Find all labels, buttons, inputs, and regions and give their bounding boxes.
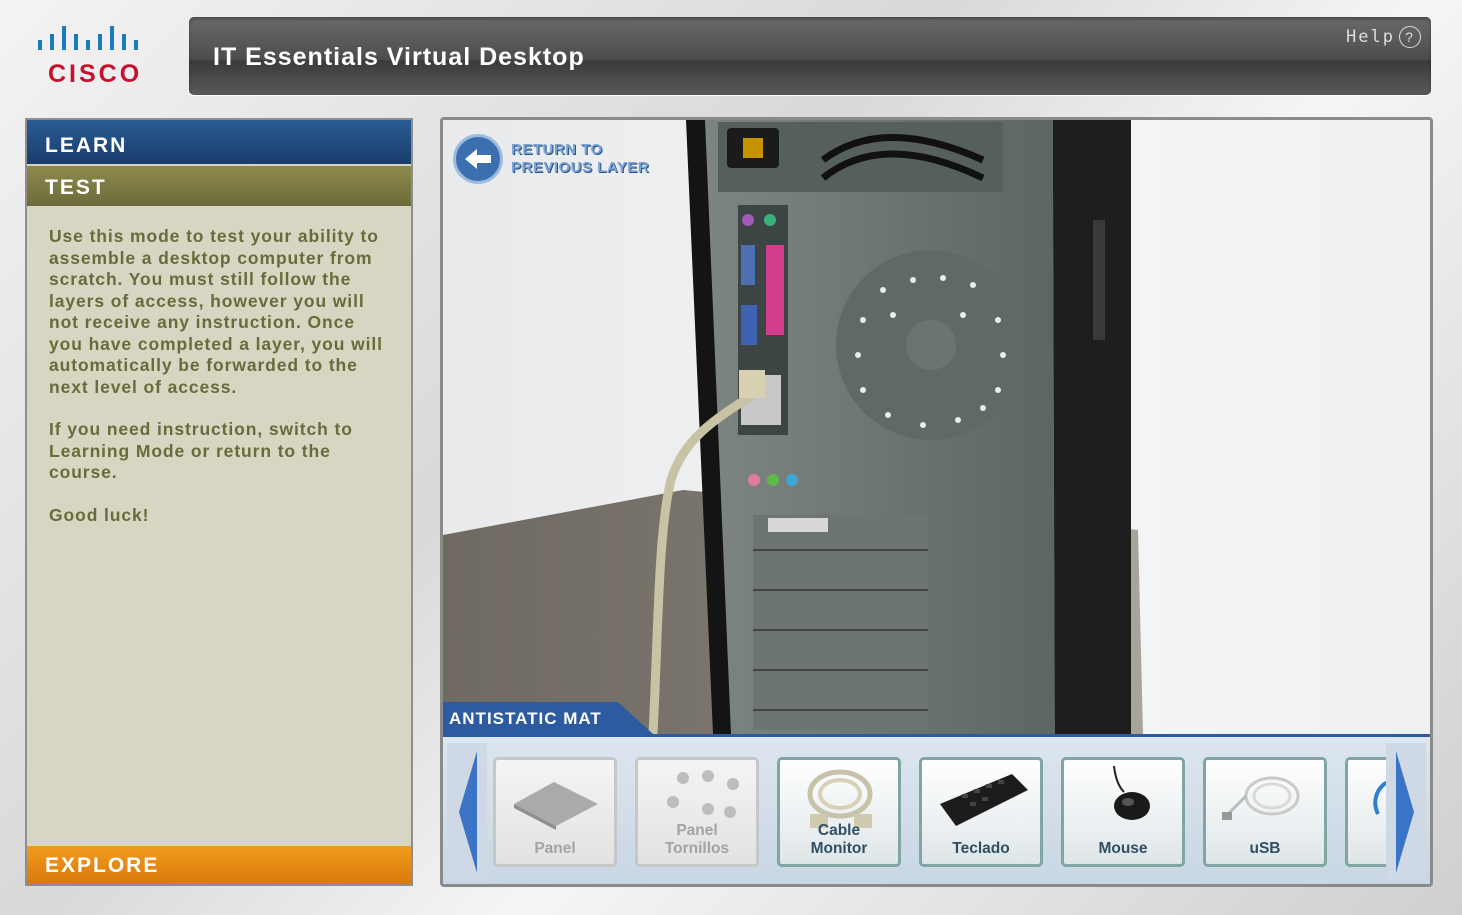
chevron-left-icon (459, 751, 477, 873)
tray-item-label-line1: Cable (817, 822, 861, 839)
tray-item-label-line2: Et (1348, 840, 1391, 858)
help-button[interactable]: Help ? (1346, 26, 1421, 48)
tray-item-label-line2: Teclado (952, 840, 1010, 857)
scroll-right-button[interactable] (1386, 743, 1426, 881)
tray-item-label-line2: Tornillos (664, 840, 730, 857)
title-bar: IT Essentials Virtual Desktop Help ? (189, 17, 1431, 95)
computer-scene: RETURN TO PREVIOUS LAYER ANTISTATIC MAT (443, 120, 1430, 734)
keyboard-icon (940, 774, 1028, 826)
tray-item-label-line2: Mouse (1098, 840, 1148, 857)
tray-item-ethernet[interactable]: Et (1345, 757, 1391, 867)
tab-learn[interactable]: LEARN (27, 120, 411, 164)
description-paragraph: Good luck! (49, 504, 150, 525)
return-label-line1: RETURN TO (511, 141, 603, 158)
panel-icon (514, 782, 598, 830)
cisco-bars-icon (38, 26, 138, 50)
description-paragraph: If you need instruction, switch to Learn… (49, 419, 353, 482)
tray-item-label-line2: Monitor (810, 840, 868, 857)
parts-tray: Panel Panel Tornillos Cable Monitor Teclad… (443, 734, 1430, 884)
return-to-previous-layer-button[interactable]: RETURN TO PREVIOUS LAYER (453, 134, 649, 184)
app-title: IT Essentials Virtual Desktop (213, 43, 585, 71)
location-label: ANTISTATIC MAT (443, 702, 653, 734)
return-label: RETURN TO PREVIOUS LAYER (511, 141, 649, 177)
return-label-line2: PREVIOUS LAYER (511, 159, 650, 176)
tray-item-label-line1: Panel (676, 822, 718, 839)
help-icon: ? (1399, 26, 1421, 48)
virtual-desktop-view: RETURN TO PREVIOUS LAYER ANTISTATIC MAT … (440, 117, 1433, 887)
tray-item-monitor-cable[interactable]: Cable Monitor (777, 757, 901, 867)
tray-item-label-line2: Panel (534, 840, 576, 857)
tray-items: Panel Panel Tornillos Cable Monitor Teclad… (493, 757, 1391, 872)
scroll-left-button[interactable] (447, 743, 487, 881)
cisco-logo: CISCO (36, 26, 156, 88)
cisco-wordmark: CISCO (48, 60, 143, 88)
usb-cable-icon (1222, 776, 1300, 820)
tray-item-panel[interactable]: Panel (493, 757, 617, 867)
tray-item-screws[interactable]: Panel Tornillos (635, 757, 759, 867)
tray-item-usb[interactable]: uSB (1203, 757, 1327, 867)
tab-explore[interactable]: EXPLORE (27, 846, 411, 884)
back-arrow-icon (453, 134, 503, 184)
description-paragraph: Use this mode to test your ability to as… (49, 226, 383, 397)
mouse-icon (1113, 765, 1150, 820)
computer-case-illustration (443, 120, 1143, 734)
chevron-right-icon (1396, 751, 1414, 873)
tab-test[interactable]: TEST (27, 166, 411, 206)
mode-panel: LEARN TEST Use this mode to test your ab… (25, 118, 413, 886)
mode-description: Use this mode to test your ability to as… (49, 226, 394, 547)
help-label: Help (1346, 27, 1395, 47)
tray-item-mouse[interactable]: Mouse (1061, 757, 1185, 867)
tray-item-label-line2: uSB (1249, 840, 1281, 857)
tray-item-keyboard[interactable]: Teclado (919, 757, 1043, 867)
